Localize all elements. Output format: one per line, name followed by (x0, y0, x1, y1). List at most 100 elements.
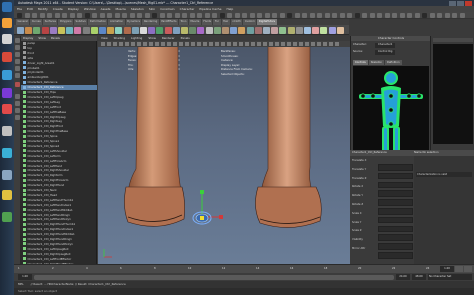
status-line-icon[interactable] (129, 13, 135, 18)
viewport-toolbar-icon[interactable] (185, 42, 189, 46)
right-leg-mesh[interactable] (255, 47, 322, 228)
menu-item[interactable]: Window (84, 7, 96, 11)
status-line-icon[interactable] (422, 13, 427, 18)
status-line-icon[interactable] (114, 13, 120, 18)
status-line-icon[interactable] (399, 13, 405, 18)
perspective-viewport[interactable]: View Shading Lighting Show Renderer Panels Ve… (98, 36, 350, 264)
maximize-button[interactable] (457, 0, 464, 6)
viewport-toolbar-icon[interactable] (149, 42, 153, 46)
setting-value-dropdown[interactable]: Character1 (375, 43, 396, 48)
left-leg-mesh[interactable] (124, 47, 185, 227)
joint-node[interactable] (388, 121, 394, 127)
shelf-tool-icon[interactable] (271, 26, 279, 34)
status-line-icon[interactable] (227, 13, 232, 18)
play-button[interactable] (463, 266, 468, 272)
shelf-tool-icon[interactable] (197, 26, 205, 34)
status-line-icon[interactable] (144, 13, 150, 18)
shelf-tool-icon[interactable] (82, 26, 90, 34)
menu-item[interactable]: Create (53, 7, 63, 11)
start-frame-field[interactable]: 1.00 (18, 274, 32, 280)
lasso-tool-icon[interactable] (15, 45, 20, 50)
shelf-tool-icon[interactable] (287, 26, 295, 34)
shelf-tool-icon[interactable] (49, 26, 57, 34)
shelf-tool-icon[interactable] (156, 26, 164, 34)
viewport-toolbar-icon[interactable] (137, 42, 141, 46)
joint-node[interactable] (370, 93, 376, 99)
status-line-icon[interactable] (429, 13, 435, 18)
status-line-icon[interactable] (354, 13, 360, 18)
rotate-tool-icon[interactable] (15, 66, 20, 71)
status-line-icon[interactable] (234, 13, 240, 18)
viewport-toolbar-icon[interactable] (335, 42, 339, 46)
channel-row[interactable]: Rotate Y (352, 193, 413, 206)
shelf-tool-icon[interactable] (246, 26, 254, 34)
status-line-icon[interactable] (174, 13, 180, 18)
status-line-icon[interactable] (107, 13, 112, 18)
menu-item[interactable]: Help (226, 7, 233, 11)
shelf-tool-icon[interactable] (189, 26, 197, 34)
app-icon[interactable] (2, 126, 12, 136)
menu-item[interactable]: Edit (27, 7, 33, 11)
viewport-toolbar-icon[interactable] (101, 42, 105, 46)
browser-icon[interactable] (2, 18, 12, 28)
status-line-icon[interactable] (272, 13, 277, 18)
shelf-tool-icon[interactable] (123, 26, 131, 34)
status-line-icon[interactable] (17, 13, 22, 18)
viewport-toolbar-icon[interactable] (119, 42, 123, 46)
status-line-icon[interactable] (92, 13, 97, 18)
shelf-tool-icon[interactable] (164, 26, 172, 34)
app-icon[interactable] (2, 104, 12, 114)
shelf-tool-icon[interactable] (107, 26, 115, 34)
joint-node[interactable] (360, 93, 366, 99)
status-line-icon[interactable] (219, 13, 225, 18)
status-line-icon[interactable] (317, 13, 322, 18)
app-icon[interactable] (2, 212, 12, 222)
layout-icon[interactable] (15, 101, 20, 106)
menu-item[interactable]: Pipeline Cache (199, 7, 221, 11)
status-line-icon[interactable] (249, 13, 255, 18)
status-line-icon[interactable] (62, 13, 67, 18)
status-line-icon[interactable] (287, 13, 292, 18)
viewport-toolbar-icon[interactable] (173, 42, 177, 46)
status-line-icon[interactable] (47, 13, 52, 18)
joint-node[interactable] (388, 107, 394, 113)
status-line-icon[interactable] (339, 13, 345, 18)
viewport-toolbar-icon[interactable] (281, 42, 285, 46)
status-line-icon[interactable] (204, 13, 210, 18)
status-line-icon[interactable] (122, 13, 127, 18)
close-button[interactable] (465, 0, 472, 6)
menu-item[interactable]: Skeleton (131, 7, 144, 11)
command-language[interactable]: MEL (18, 282, 24, 286)
status-line-icon[interactable] (324, 13, 330, 18)
maya-icon[interactable] (2, 148, 12, 158)
viewport-toolbar-icon[interactable] (275, 42, 279, 46)
shelf-tool-icon[interactable] (17, 26, 24, 34)
channel-row[interactable]: Translate Y (352, 167, 413, 180)
shelf-tool-icon[interactable] (230, 26, 238, 34)
minimize-button[interactable] (449, 0, 456, 6)
status-line-icon[interactable] (369, 13, 375, 18)
viewport-toolbar-icon[interactable] (329, 42, 333, 46)
status-line-icon[interactable] (264, 13, 270, 18)
layout-icon[interactable] (15, 108, 20, 113)
status-line-icon[interactable] (69, 13, 75, 18)
folder-icon[interactable] (2, 34, 12, 44)
scale-tool-icon[interactable] (15, 73, 20, 78)
shelf-tool-icon[interactable] (148, 26, 156, 34)
shelf-tool-icon[interactable] (328, 26, 336, 34)
shelf-tool-icon[interactable] (66, 26, 74, 34)
status-line-icon[interactable] (167, 13, 172, 18)
viewport-toolbar-icon[interactable] (293, 42, 297, 46)
channel-row[interactable]: Rotate X (352, 184, 413, 197)
shelf-tool-icon[interactable] (115, 26, 123, 34)
shelf-tool-icon[interactable] (263, 26, 270, 34)
viewport-toolbar-icon[interactable] (311, 42, 315, 46)
status-line-icon[interactable] (24, 13, 30, 18)
setting-value-dropdown[interactable]: Control Rig (375, 50, 396, 55)
shelf-tool-icon[interactable] (140, 26, 147, 34)
character-tab[interactable]: Controls (353, 60, 368, 65)
app-icon[interactable] (2, 170, 12, 180)
menu-item[interactable]: Character (180, 7, 195, 11)
shelf-tool-icon[interactable] (295, 26, 303, 34)
status-line-icon[interactable] (84, 13, 90, 18)
